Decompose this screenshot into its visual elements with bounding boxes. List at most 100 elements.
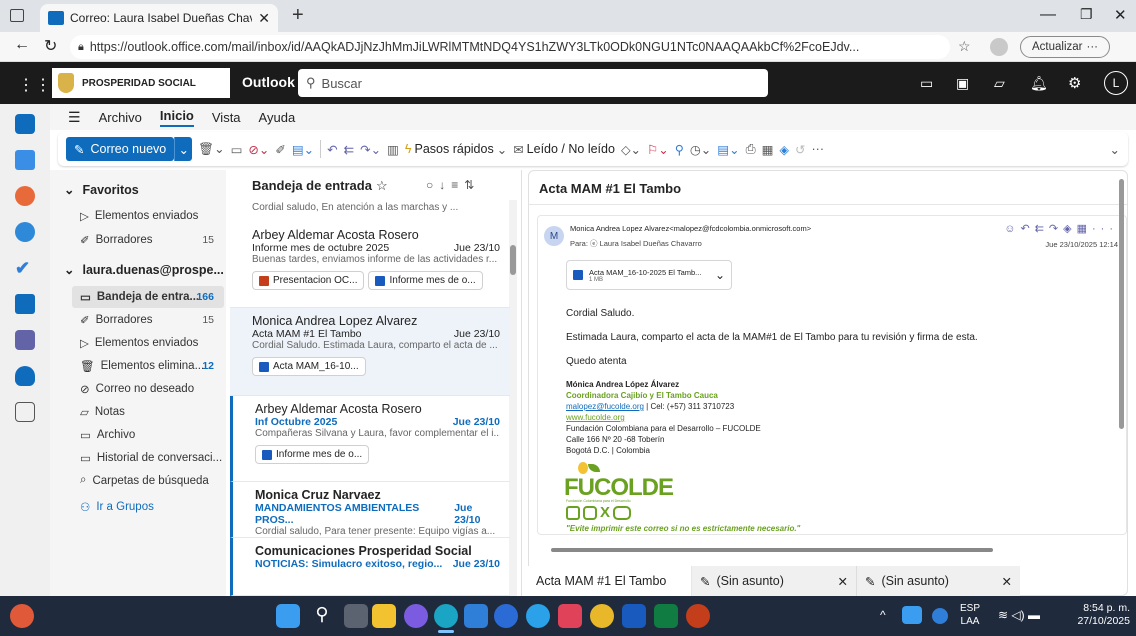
notifications-icon[interactable]: 🔔︎ xyxy=(1030,75,1048,92)
go-to-groups-link[interactable]: ⚇ Ir a Grupos xyxy=(80,500,154,514)
powerpoint-app-icon[interactable] xyxy=(686,604,710,628)
folder-inbox[interactable]: ▭ Bandeja de entra... xyxy=(80,290,199,304)
chevron-down-icon[interactable]: ⌄ xyxy=(715,268,725,282)
delete-icon[interactable]: 🗑︎⌄ xyxy=(198,141,224,157)
vertical-scrollbar[interactable] xyxy=(1119,179,1125,429)
folder-favorite-drafts[interactable]: ✐ Borradores xyxy=(80,233,153,247)
read-unread-button[interactable]: ✉ Leído / No leído xyxy=(513,142,615,157)
site-info-icon[interactable]: 🔒︎ xyxy=(78,41,84,54)
excel-app-icon[interactable] xyxy=(654,604,678,628)
onedrive-icon[interactable] xyxy=(15,366,35,386)
minimize-icon[interactable]: — xyxy=(1040,6,1056,24)
more-options-icon[interactable]: ··· xyxy=(812,142,825,156)
word-app-icon[interactable] xyxy=(622,604,646,628)
dynamics-icon[interactable]: ◈ xyxy=(779,142,789,157)
copilot-icon[interactable] xyxy=(404,604,428,628)
restore-icon[interactable]: ❐ xyxy=(1080,6,1093,23)
sig-web-link[interactable]: www.fucolde.org xyxy=(566,413,625,422)
sender-avatar[interactable]: M xyxy=(544,226,564,246)
facebook-icon[interactable] xyxy=(566,506,580,520)
copilot-icon[interactable] xyxy=(15,186,35,206)
help-icon[interactable] xyxy=(526,604,550,628)
reply-icon[interactable]: ↶ xyxy=(327,142,337,157)
snooze-icon[interactable]: ◷⌄ xyxy=(690,142,711,157)
language-indicator[interactable]: ESP LAA xyxy=(960,602,980,628)
vertical-scrollbar-thumb[interactable] xyxy=(1119,179,1124,429)
org-explorer-icon[interactable] xyxy=(15,330,35,350)
search-icon[interactable]: ⚲ xyxy=(310,604,334,628)
wifi-volume-battery-icons[interactable]: ≋ ◁) ▬ xyxy=(998,608,1040,622)
x-icon[interactable]: X xyxy=(600,505,610,520)
message-item[interactable]: Arbey Aldemar Acosta Rosero Informe mes … xyxy=(230,222,510,308)
more-apps-icon[interactable] xyxy=(15,402,35,422)
list-scrollbar-thumb[interactable] xyxy=(510,245,516,275)
horizontal-scrollbar[interactable] xyxy=(539,547,1123,553)
close-icon[interactable]: ✕ xyxy=(1002,574,1012,589)
folder-deleted[interactable]: 🗑︎ Elementos elimina... xyxy=(80,359,204,373)
tag-icon[interactable]: ◇⌄ xyxy=(621,142,641,157)
youtube-icon[interactable] xyxy=(613,506,632,520)
archive-icon[interactable]: ▭ xyxy=(231,142,243,157)
mcafee-icon[interactable] xyxy=(558,604,582,628)
folder-sent[interactable]: ▷ Elementos enviados xyxy=(80,336,198,350)
message-item-unread[interactable]: Arbey Aldemar Acosta Rosero Inf Octubre … xyxy=(230,396,510,482)
message-item-unread[interactable]: Monica Cruz Narvaez MANDAMIENTOS AMBIENT… xyxy=(230,482,510,538)
hp-icon[interactable] xyxy=(494,604,518,628)
tab-archivo[interactable]: Archivo xyxy=(99,110,142,125)
settings-icon[interactable]: ⚙ xyxy=(1068,74,1081,92)
attachment-chip[interactable]: Informe mes de o... xyxy=(368,271,483,290)
compose-tab-active[interactable]: Acta MAM #1 El Tambo xyxy=(528,566,692,596)
calendar-icon[interactable] xyxy=(15,150,35,170)
profile-icon[interactable] xyxy=(990,38,1008,56)
search-input[interactable]: ⚲ Buscar xyxy=(298,69,768,97)
new-tab-icon[interactable]: + xyxy=(292,4,304,27)
people-icon[interactable] xyxy=(15,222,35,242)
undo-icon[interactable]: ↺ xyxy=(795,142,805,157)
quick-steps-button[interactable]: ϟ Pasos rápidos ⌄ xyxy=(405,142,507,157)
favorite-star-icon[interactable]: ☆ xyxy=(376,178,388,194)
sender-address[interactable]: Monica Andrea Lopez Alvarez<malopez@fcdc… xyxy=(570,224,811,233)
tray-app-icon[interactable] xyxy=(932,608,948,624)
folder-notes[interactable]: ▱ Notas xyxy=(80,405,125,419)
account-header[interactable]: ⌄ laura.duenas@prospe... xyxy=(64,262,224,278)
todo-icon[interactable]: ✔ xyxy=(15,258,35,278)
compose-tab[interactable]: ✎ (Sin asunto) ✕ xyxy=(856,566,1020,596)
folder-conversation-history[interactable]: ▭ Historial de conversaci... xyxy=(80,451,222,465)
forward-icon[interactable]: ↷⌄ xyxy=(360,142,381,157)
attachment-card[interactable]: Acta MAM_16-10-2025 El Tamb... 1 MB ⌄ xyxy=(566,260,732,290)
new-mail-button[interactable]: ✎ Correo nuevo xyxy=(66,137,175,161)
message-item-selected[interactable]: Monica Andrea Lopez Alvarez Acta MAM #1 … xyxy=(230,308,510,396)
attachment-chip[interactable]: Presentacion OC... xyxy=(252,271,365,290)
task-view-icon[interactable] xyxy=(344,604,368,628)
hamburger-icon[interactable]: ☰ xyxy=(68,109,81,126)
reply-all-icon[interactable]: ⇇ xyxy=(344,142,354,157)
report-icon[interactable]: ⊘⌄ xyxy=(248,142,269,157)
clock[interactable]: 8:54 p. m. 27/10/2025 xyxy=(1062,602,1130,628)
horizontal-scrollbar-thumb[interactable] xyxy=(551,548,993,552)
browser-tab[interactable]: Correo: Laura Isabel Dueñas Chav ✕ xyxy=(40,4,278,32)
tab-ayuda[interactable]: Ayuda xyxy=(259,110,296,125)
tab-actions-icon[interactable] xyxy=(10,9,24,22)
teams-share-icon[interactable]: ▥ xyxy=(387,142,399,157)
compose-tab[interactable]: ✎ (Sin asunto) ✕ xyxy=(692,566,856,596)
folder-search-folders[interactable]: ⌕ Carpetas de búsqueda xyxy=(80,474,209,487)
close-tab-icon[interactable]: ✕ xyxy=(258,10,270,27)
folder-favorite-sent[interactable]: ▷ Elementos enviados xyxy=(80,209,198,223)
message-item-unread[interactable]: Comunicaciones Prosperidad Social NOTICI… xyxy=(230,538,510,596)
teams-chat-icon[interactable]: ▭ xyxy=(920,75,933,92)
expand-ribbon-icon[interactable]: ⌄ xyxy=(1110,142,1120,157)
immersive-reader-icon[interactable]: ▦ xyxy=(762,142,774,157)
mail-icon[interactable] xyxy=(15,114,35,134)
sig-email-link[interactable]: malopez@fucolde.org xyxy=(566,402,644,411)
tray-chevron-icon[interactable]: ^ xyxy=(880,608,886,622)
close-icon[interactable]: ✕ xyxy=(838,574,848,589)
file-explorer-icon[interactable] xyxy=(372,604,396,628)
folder-drafts[interactable]: ✐ Borradores xyxy=(80,313,153,327)
new-mail-dropdown[interactable]: ⌄ xyxy=(174,137,193,161)
back-icon[interactable]: ← xyxy=(14,36,30,54)
instagram-icon[interactable] xyxy=(583,506,597,520)
files-icon[interactable] xyxy=(15,294,35,314)
attachment-chip[interactable]: Informe mes de o... xyxy=(255,445,370,464)
refresh-icon[interactable]: ↻ xyxy=(44,36,57,56)
avatar[interactable]: L xyxy=(1104,71,1128,95)
